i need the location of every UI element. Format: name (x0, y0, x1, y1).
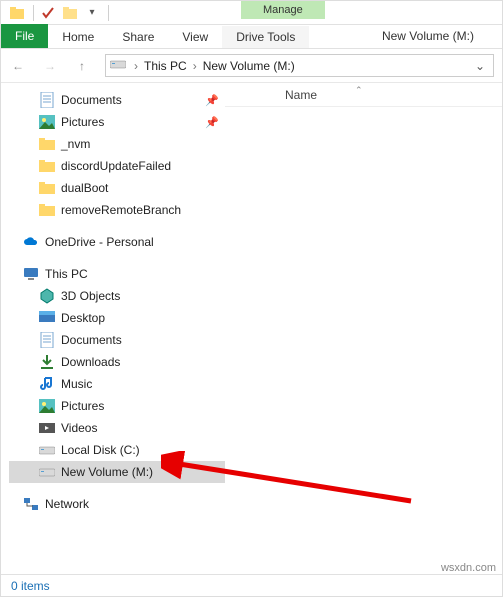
tree-label: discordUpdateFailed (61, 159, 171, 173)
separator (33, 5, 34, 21)
ribbon-tabs: File Home Share View Manage Drive Tools … (1, 25, 502, 49)
downloads-icon (39, 354, 55, 370)
tree-label: 3D Objects (61, 289, 120, 303)
pic-icon (39, 114, 55, 130)
file-list-pane[interactable]: Name ⌃ (225, 83, 502, 574)
watermark: wsxdn.com (441, 562, 496, 574)
tree-item[interactable]: Music (9, 373, 225, 395)
tree-label: This PC (45, 267, 88, 281)
tree-item[interactable]: discordUpdateFailed (9, 155, 225, 177)
tree-label: Documents (61, 333, 122, 347)
drive-tools-tab[interactable]: Drive Tools (222, 26, 309, 48)
chevron-right-icon[interactable]: › (191, 59, 199, 73)
explorer-icon (7, 3, 27, 23)
tree-item-this-pc[interactable]: This PC (9, 263, 225, 285)
folder-icon (39, 180, 55, 196)
network-icon (23, 496, 39, 512)
desktop-icon (39, 310, 55, 326)
status-bar: 0 items (1, 574, 502, 596)
tree-label: Pictures (61, 399, 104, 413)
up-button[interactable]: ↑ (73, 59, 91, 73)
tree-item[interactable]: dualBoot (9, 177, 225, 199)
home-tab[interactable]: Home (48, 26, 108, 48)
tree-item[interactable]: Documents 📌 (9, 89, 225, 111)
chevron-right-icon[interactable]: › (132, 59, 140, 73)
tree-item[interactable]: Videos (9, 417, 225, 439)
tree-label: Network (45, 497, 89, 511)
tree-label: Videos (61, 421, 97, 435)
main-area: Documents 📌 Pictures 📌 _nvm discordUpdateFail… (1, 83, 502, 574)
navigation-tree[interactable]: Documents 📌 Pictures 📌 _nvm discordUpdateFail… (1, 83, 225, 574)
file-tab[interactable]: File (1, 24, 48, 48)
address-bar[interactable]: › This PC › New Volume (M:) ⌄ (105, 54, 494, 77)
share-tab[interactable]: Share (108, 26, 168, 48)
tree-item[interactable]: Local Disk (C:) (9, 439, 225, 461)
tree-label: removeRemoteBranch (61, 203, 181, 217)
tree-item[interactable]: New Volume (M:) (9, 461, 225, 483)
tree-label: dualBoot (61, 181, 108, 195)
tree-label: Downloads (61, 355, 120, 369)
3d-icon (39, 288, 55, 304)
pic-icon (39, 398, 55, 414)
separator (108, 5, 109, 21)
tree-item[interactable]: Pictures 📌 (9, 111, 225, 133)
address-dropdown[interactable]: ⌄ (471, 59, 489, 73)
tree-item[interactable]: Documents (9, 329, 225, 351)
properties-qat-button[interactable] (38, 3, 58, 23)
navigation-bar: ← → ↑ › This PC › New Volume (M:) ⌄ (1, 49, 502, 83)
view-tab[interactable]: View (168, 26, 222, 48)
tree-label: Music (61, 377, 92, 391)
folder-icon (39, 158, 55, 174)
tree-item-onedrive[interactable]: OneDrive - Personal (9, 231, 225, 253)
tree-item[interactable]: Desktop (9, 307, 225, 329)
videos-icon (39, 420, 55, 436)
cloud-icon (23, 234, 39, 250)
music-icon (39, 376, 55, 392)
qat-dropdown[interactable]: ▾ (82, 3, 102, 23)
tree-item[interactable]: Downloads (9, 351, 225, 373)
breadcrumb-current[interactable]: New Volume (M:) (199, 57, 299, 75)
window-title: New Volume (M:) (382, 29, 474, 43)
drive-icon (110, 58, 126, 74)
back-button[interactable]: ← (9, 59, 27, 73)
drive-icon (39, 442, 55, 458)
tree-label: OneDrive - Personal (45, 235, 154, 249)
contextual-tab-header: Manage (241, 1, 325, 19)
doc-icon (39, 332, 55, 348)
tree-item[interactable]: _nvm (9, 133, 225, 155)
pin-icon: 📌 (205, 116, 219, 129)
tree-label: Local Disk (C:) (61, 443, 140, 457)
column-header-name[interactable]: Name ⌃ (225, 83, 502, 107)
pc-icon (23, 266, 39, 282)
folder-icon (39, 136, 55, 152)
tree-label: Documents (61, 93, 122, 107)
breadcrumb-this-pc[interactable]: This PC (140, 57, 191, 75)
sort-indicator-icon: ⌃ (355, 85, 363, 96)
item-count: 0 items (11, 579, 50, 593)
tree-label: Pictures (61, 115, 104, 129)
tree-label: _nvm (61, 137, 90, 151)
pin-icon: 📌 (205, 94, 219, 107)
tree-label: Desktop (61, 311, 105, 325)
tree-item-network[interactable]: Network (9, 493, 225, 515)
doc-icon (39, 92, 55, 108)
tree-item[interactable]: Pictures (9, 395, 225, 417)
new-folder-qat-button[interactable] (60, 3, 80, 23)
forward-button[interactable]: → (41, 59, 59, 73)
tree-item[interactable]: removeRemoteBranch (9, 199, 225, 221)
tree-label: New Volume (M:) (61, 465, 153, 479)
column-label: Name (285, 88, 317, 102)
folder-icon (39, 202, 55, 218)
drive-icon (39, 464, 55, 480)
tree-item[interactable]: 3D Objects (9, 285, 225, 307)
